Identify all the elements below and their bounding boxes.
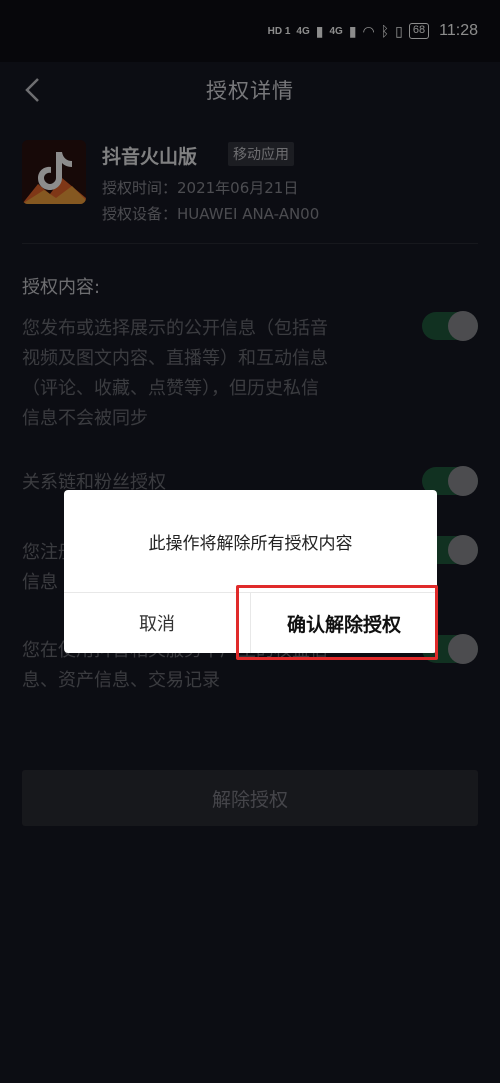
dialog-message: 此操作将解除所有授权内容 (148, 533, 353, 554)
confirm-dialog: 此操作将解除所有授权内容 取消 确认解除授权 (64, 490, 437, 653)
confirm-unbind-button[interactable]: 确认解除授权 (251, 593, 437, 653)
cancel-button[interactable]: 取消 (64, 593, 250, 653)
